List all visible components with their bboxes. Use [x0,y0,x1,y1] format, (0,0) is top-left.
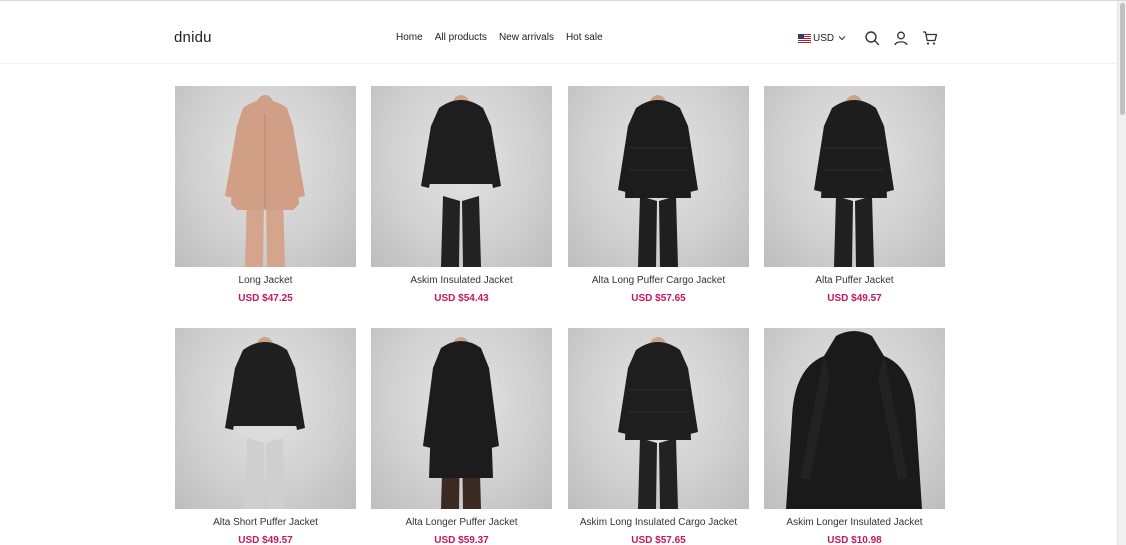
product-price: USD $49.57 [238,535,293,545]
product-image[interactable] [568,86,749,267]
nav-all-products[interactable]: All products [435,32,487,44]
product-name[interactable]: Askim Insulated Jacket [371,275,552,287]
site-header: dnidu Home All products New arrivals Hot… [0,1,1117,64]
product-card[interactable]: Alta Long Puffer Cargo Jacket USD $57.65 [568,86,749,316]
product-price: USD $57.65 [631,293,686,304]
nav-new-arrivals[interactable]: New arrivals [499,32,554,44]
product-image[interactable] [568,328,749,509]
product-card[interactable]: Alta Longer Puffer Jacket USD $59.37 [371,328,552,545]
us-flag-icon [798,33,811,43]
product-image[interactable] [175,86,356,267]
storefront-page: dnidu Home All products New arrivals Hot… [0,0,1117,545]
product-image[interactable] [175,328,356,509]
product-image[interactable] [371,86,552,267]
product-card[interactable]: Alta Short Puffer Jacket USD $49.57 [175,328,356,545]
product-price: USD $57.65 [631,535,686,545]
product-price: USD $54.43 [434,293,489,304]
product-price: USD $10.98 [827,535,882,545]
product-card[interactable]: Long Jacket USD $47.25 [175,86,356,316]
nav-hot-sale[interactable]: Hot sale [566,32,603,44]
scrollbar-thumb[interactable] [1120,3,1125,115]
page-scrollbar[interactable] [1117,1,1126,545]
main-nav: Home All products New arrivals Hot sale [396,32,615,44]
search-icon[interactable] [864,30,880,46]
product-card[interactable]: Askim Longer Insulated Jacket USD $10.98 [764,328,945,545]
currency-selector[interactable]: USD [798,31,846,45]
product-price: USD $49.57 [827,293,882,304]
chevron-down-icon [838,36,846,41]
currency-label: USD [813,32,835,44]
product-price: USD $59.37 [434,535,489,545]
product-card[interactable]: Askim Insulated Jacket USD $54.43 [371,86,552,316]
product-name[interactable]: Askim Longer Insulated Jacket [764,517,945,529]
product-card[interactable]: Askim Long Insulated Cargo Jacket USD $57… [568,328,749,545]
product-name[interactable]: Alta Short Puffer Jacket [175,517,356,529]
product-name[interactable]: Long Jacket [175,275,356,287]
product-image[interactable] [764,328,945,509]
cart-icon[interactable] [922,30,938,46]
product-image[interactable] [764,86,945,267]
product-name[interactable]: Alta Longer Puffer Jacket [371,517,552,529]
nav-home[interactable]: Home [396,32,423,44]
product-name[interactable]: Alta Puffer Jacket [764,275,945,287]
site-logo[interactable]: dnidu [174,29,212,47]
product-name[interactable]: Alta Long Puffer Cargo Jacket [568,275,749,287]
product-image[interactable] [371,328,552,509]
product-price: USD $47.25 [238,293,293,304]
product-name[interactable]: Askim Long Insulated Cargo Jacket [568,517,749,529]
product-card[interactable]: Alta Puffer Jacket USD $49.57 [764,86,945,316]
user-icon[interactable] [893,30,909,46]
